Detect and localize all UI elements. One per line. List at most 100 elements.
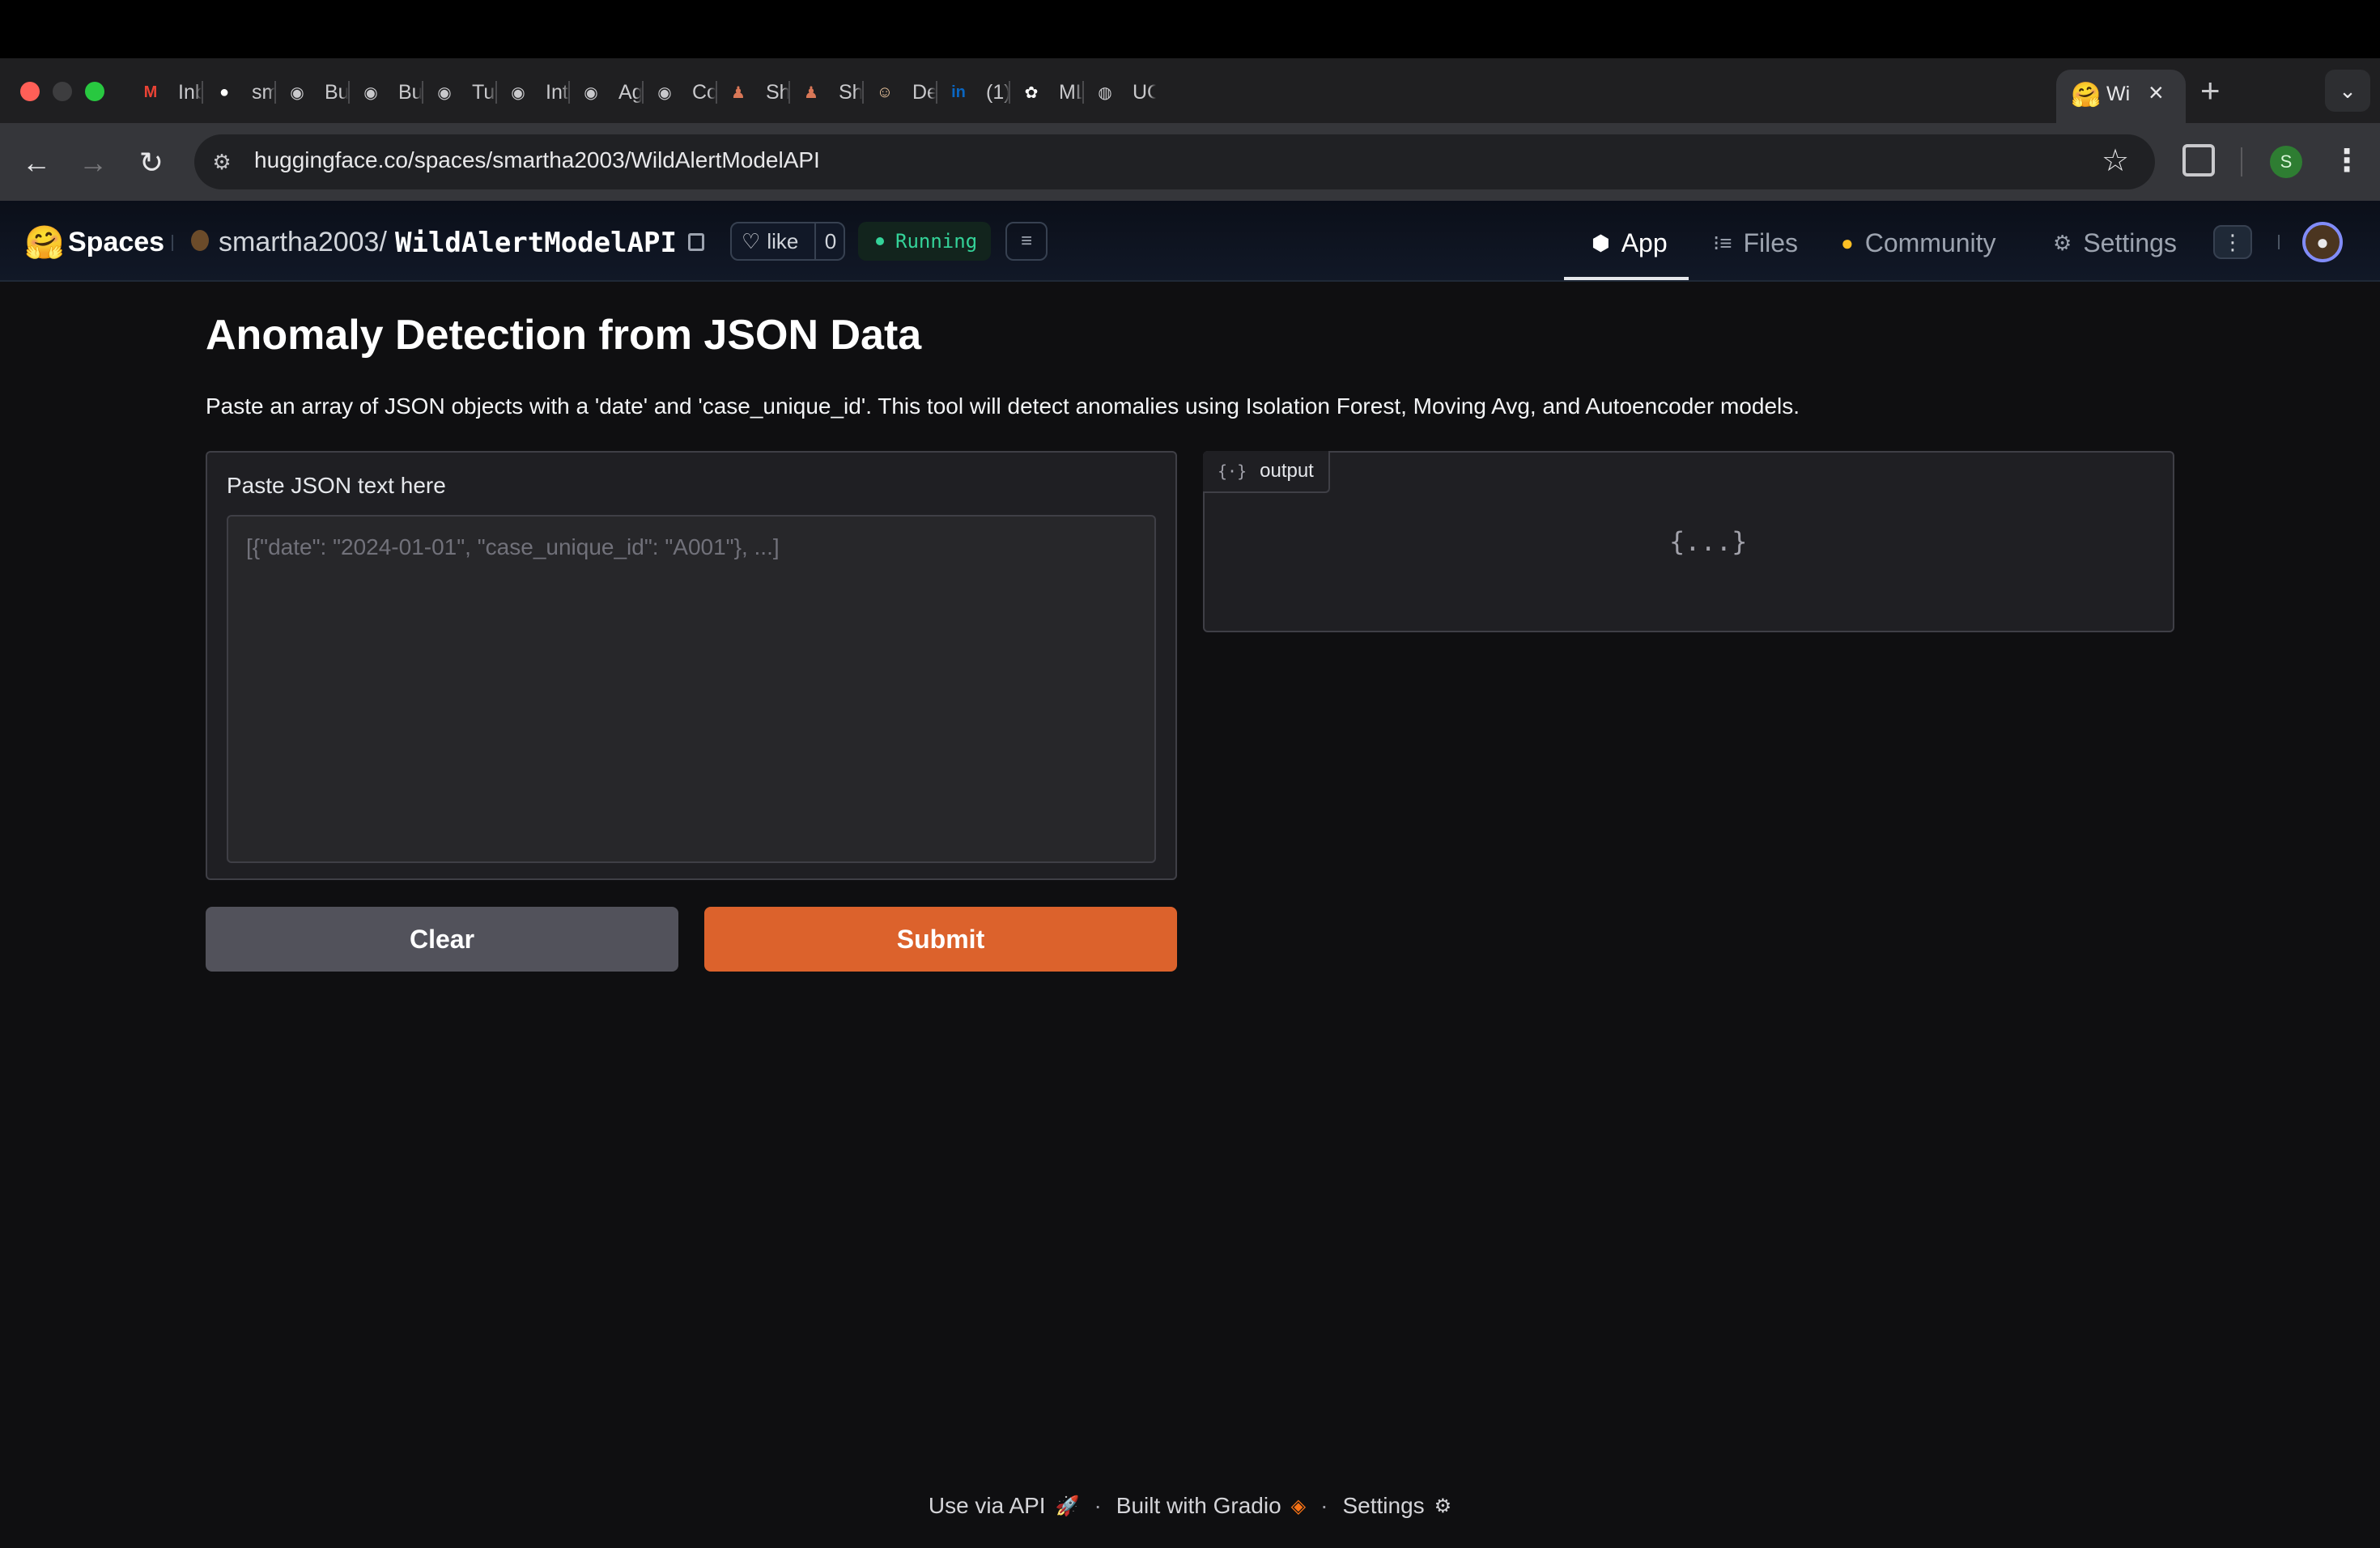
- url-text[interactable]: huggingface.co/spaces/smartha2003/WildAl…: [254, 147, 820, 173]
- clear-button[interactable]: Clear: [206, 907, 678, 972]
- github-icon: ●: [219, 83, 230, 101]
- tab-app[interactable]: ⬢ App: [1592, 225, 1668, 261]
- output-empty-placeholder: {...}: [1669, 526, 1748, 557]
- tab-files[interactable]: ⁝≡ Files: [1713, 225, 1798, 261]
- browser-tab[interactable]: in (1) Shu: [946, 71, 1009, 113]
- window-minimize-button[interactable]: [53, 82, 72, 101]
- browser-tab[interactable]: ◉ Conce: [652, 71, 715, 113]
- json-input-label: Paste JSON text here: [227, 473, 446, 498]
- rocket-icon: 🚀: [1055, 1495, 1080, 1517]
- bear-icon: ●: [2316, 229, 2329, 254]
- status-dot-icon: [876, 237, 884, 245]
- extensions-icon[interactable]: [2182, 144, 2215, 176]
- forward-button[interactable]: →: [73, 142, 113, 183]
- window-zoom-button[interactable]: [85, 82, 104, 101]
- use-via-api-label: Use via API: [928, 1493, 1046, 1518]
- use-via-api-link[interactable]: Use via API 🚀: [929, 1493, 1080, 1519]
- tab-separator: [936, 81, 937, 104]
- chevron-down-icon: ⌄: [2339, 78, 2357, 103]
- browser-tab[interactable]: ◉ Build a: [284, 71, 348, 113]
- tab-strip: [0, 58, 2380, 123]
- person-icon: ♟: [731, 83, 746, 102]
- output-label: output: [1260, 460, 1314, 482]
- page-description: Paste an array of JSON objects with a 'd…: [206, 393, 1800, 419]
- tab-search-button[interactable]: ⌄: [2325, 70, 2370, 112]
- tab-separator: [1082, 81, 1084, 104]
- huggingface-logo-icon[interactable]: 🤗: [24, 223, 65, 262]
- linkedin-icon: in: [951, 83, 966, 101]
- browser-tab[interactable]: ◉ Tutoria: [431, 71, 495, 113]
- repo-owner-link[interactable]: smartha2003/: [219, 227, 387, 258]
- tab-separator: [862, 81, 864, 104]
- user-avatar[interactable]: ●: [2302, 222, 2343, 262]
- browser-tab[interactable]: ◉ Introdu: [505, 71, 569, 113]
- browser-menu-icon[interactable]: ⋮: [2331, 142, 2362, 179]
- bot-icon: ◉: [511, 83, 525, 102]
- tab-separator: [568, 81, 570, 104]
- tab-separator: [348, 81, 350, 104]
- tab-title: Tutoria: [472, 80, 495, 104]
- huggingface-icon: 🤗: [2071, 82, 2102, 108]
- bot-icon: ◉: [363, 83, 378, 102]
- cube-icon: ⬢: [1592, 230, 1610, 255]
- built-with-gradio-label: Built with Gradio: [1116, 1493, 1281, 1518]
- tab-community[interactable]: ● Community: [1841, 225, 1996, 261]
- tab-title: Shubh: [766, 80, 789, 104]
- reload-button[interactable]: ↻: [131, 142, 172, 183]
- json-input[interactable]: [227, 515, 1156, 863]
- bot-icon: ◉: [657, 83, 672, 102]
- bookmark-star-icon[interactable]: ☆: [2102, 142, 2129, 179]
- back-button[interactable]: ←: [16, 142, 57, 183]
- window-close-button[interactable]: [20, 82, 40, 101]
- more-options-button[interactable]: ⋮: [2213, 225, 2252, 259]
- bot-icon: ◉: [584, 83, 598, 102]
- browser-tab[interactable]: ☺ Develo: [872, 71, 936, 113]
- built-with-gradio-link[interactable]: Built with Gradio ◈: [1116, 1493, 1306, 1519]
- tab-separator: [1009, 81, 1010, 104]
- tab-community-label: Community: [1864, 228, 1996, 257]
- footer-settings-link[interactable]: Settings ⚙: [1342, 1493, 1451, 1519]
- browser-tab[interactable]: M Inbox (: [138, 71, 202, 113]
- tab-separator: [642, 81, 644, 104]
- like-button[interactable]: ♡ like 0: [730, 222, 845, 261]
- browser-tab[interactable]: ◍ UC Da: [1092, 71, 1155, 113]
- json-braces-icon: {·}: [1218, 461, 1247, 481]
- footer-separator: ·: [1094, 1493, 1102, 1518]
- spaces-link[interactable]: Spaces: [68, 227, 164, 258]
- tab-title: Shubh: [839, 80, 862, 104]
- status-badge[interactable]: Running: [858, 222, 991, 261]
- browser-tab[interactable]: ● smarth: [211, 71, 275, 113]
- tab-title: Introdu: [546, 80, 569, 104]
- tab-title: (1) Shu: [986, 80, 1009, 104]
- tab-active[interactable]: 🤗 Wi ×: [2056, 70, 2186, 123]
- toolbar-divider: [2241, 147, 2242, 176]
- copy-icon[interactable]: [688, 233, 704, 251]
- tab-title: Inbox (: [178, 80, 202, 104]
- kebab-icon: ⋮: [2222, 229, 2243, 254]
- profile-avatar[interactable]: S: [2270, 146, 2302, 178]
- browser-tab[interactable]: ◉ Agenti: [578, 71, 642, 113]
- tab-title: ML Re: [1059, 80, 1082, 104]
- community-icon: ●: [1841, 230, 1854, 255]
- repo-name-link[interactable]: WildAlertModelAPI: [395, 227, 677, 259]
- openai-icon: ✿: [1024, 83, 1039, 102]
- browser-tab[interactable]: ♟ Shubh: [798, 71, 862, 113]
- tab-separator: [495, 81, 497, 104]
- tab-settings[interactable]: ⚙ Settings: [2053, 225, 2177, 261]
- tab-title: Agenti: [618, 80, 642, 104]
- browser-tab[interactable]: ◉ Build a: [358, 71, 421, 113]
- status-text: Running: [895, 230, 978, 253]
- gradio-logo-icon: ◈: [1290, 1495, 1307, 1517]
- tab-title: Build a: [325, 80, 348, 104]
- bot-icon: ◉: [290, 83, 304, 102]
- new-tab-button[interactable]: +: [2200, 70, 2221, 112]
- site-info-icon[interactable]: ⚙: [206, 146, 238, 178]
- header-divider: [172, 235, 173, 251]
- logs-button[interactable]: ≡: [1005, 222, 1048, 261]
- submit-button[interactable]: Submit: [704, 907, 1177, 972]
- browser-tab[interactable]: ✿ ML Re: [1018, 71, 1082, 113]
- browser-tab[interactable]: ♟ Shubh: [725, 71, 789, 113]
- face-icon: ☺: [876, 83, 894, 101]
- close-icon[interactable]: ×: [2148, 78, 2164, 108]
- tab-title: Wi: [2106, 83, 2131, 105]
